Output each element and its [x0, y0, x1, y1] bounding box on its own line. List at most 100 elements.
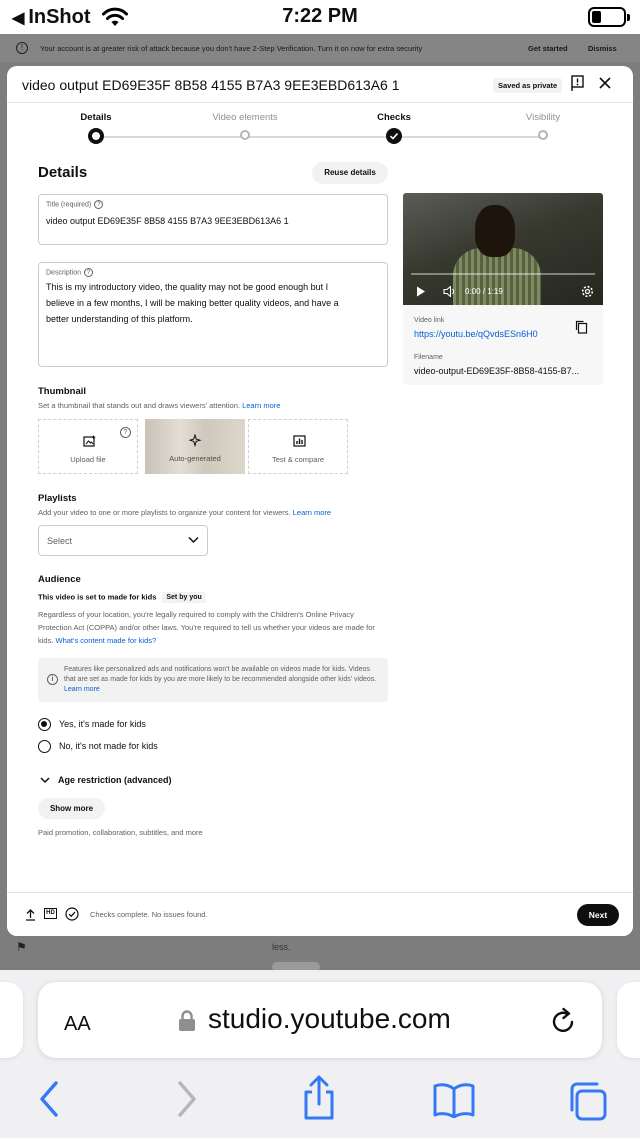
bookmarks-icon[interactable] — [432, 1082, 476, 1118]
checks-status: Checks complete. No issues found. — [90, 910, 208, 919]
step-indicator — [88, 128, 104, 144]
video-player[interactable]: 0:00 / 1:19 — [403, 193, 603, 305]
step-label: Details — [80, 112, 112, 123]
back-arrow-icon[interactable] — [38, 1080, 60, 1118]
tabs-icon[interactable] — [566, 1080, 608, 1122]
step-details[interactable]: Details — [36, 110, 156, 144]
upload-icon[interactable] — [25, 908, 36, 921]
address-bar[interactable]: AA studio.youtube.com — [38, 982, 602, 1058]
chevron-down-icon — [40, 777, 50, 784]
description-field-label: Description? — [46, 268, 94, 277]
description-line: believe in a few months, I will be makin… — [46, 298, 339, 308]
kids-info-text: Features like personalized ads and notif… — [64, 665, 379, 695]
filename-value: video-output-ED69E35F-8B58-4155-B7... — [414, 366, 580, 376]
playlists-subtext: Add your video to one or more playlists … — [38, 508, 331, 517]
description-label-text: Description — [46, 269, 82, 277]
security-banner: ! Your account is at greater risk of att… — [0, 34, 640, 62]
kids-content-link[interactable]: What's content made for kids? — [56, 636, 157, 645]
step-checks[interactable]: Checks — [334, 110, 454, 144]
dismiss-button[interactable]: Dismiss — [588, 44, 617, 53]
upload-stepper: Details Video elements Checks Visibility — [7, 110, 633, 150]
age-restriction-toggle[interactable]: Age restriction (advanced) — [40, 775, 172, 785]
get-started-button[interactable]: Get started — [528, 44, 568, 53]
video-progress-bar[interactable] — [411, 273, 595, 275]
check-circle-icon[interactable] — [65, 907, 79, 921]
filename-label: Filename — [414, 354, 443, 361]
previous-tab-peek[interactable] — [0, 982, 23, 1058]
kids-info-learn-more-link[interactable]: Learn more — [64, 686, 100, 693]
title-field-label: Title (required)? — [46, 200, 104, 209]
reload-icon[interactable] — [550, 1005, 578, 1035]
audience-status-text: This video is set to made for kids — [38, 592, 157, 602]
title-label-text: Title (required) — [46, 201, 92, 209]
next-tab-peek[interactable] — [617, 982, 640, 1058]
status-bar: ◀ InShot 7:22 PM — [0, 0, 640, 34]
description-line: better understanding of this platform. — [46, 314, 193, 324]
thumbnail-option-label: Test & compare — [271, 455, 325, 464]
playlist-select[interactable]: Select — [38, 525, 208, 556]
battery-icon — [588, 7, 630, 27]
description-field[interactable]: Description? This is my introductory vid… — [38, 262, 388, 367]
chevron-down-icon — [188, 536, 199, 544]
thumbnail-description: Set a thumbnail that stands out and draw… — [38, 401, 240, 410]
background-less-text: less. — [272, 942, 291, 952]
clock: 7:22 PM — [282, 5, 358, 27]
step-indicator — [240, 130, 250, 140]
settings-gear-icon[interactable] — [581, 285, 594, 298]
url-text[interactable]: studio.youtube.com — [208, 1003, 451, 1035]
forward-arrow-icon[interactable] — [176, 1080, 198, 1118]
hd-icon[interactable]: HD — [44, 908, 57, 919]
audience-heading: Audience — [38, 574, 81, 585]
saved-status-badge: Saved as private — [493, 78, 563, 93]
kids-info-body: Features like personalized ads and notif… — [64, 666, 377, 683]
help-icon[interactable]: ? — [94, 200, 104, 209]
step-video-elements[interactable]: Video elements — [185, 110, 305, 140]
reuse-details-button[interactable]: Reuse details — [312, 162, 388, 184]
close-icon[interactable] — [597, 74, 613, 92]
kids-info-box: i Features like personalized ads and not… — [38, 658, 388, 702]
title-field[interactable]: Title (required)? video output ED69E35F … — [38, 194, 388, 245]
feedback-flag-icon: ⚑ — [16, 940, 27, 954]
help-icon[interactable]: ? — [120, 427, 131, 438]
lock-icon — [179, 1010, 195, 1031]
thumbnail-option-label: Upload file — [70, 455, 106, 464]
upload-image-icon — [83, 435, 96, 447]
thumbnail-option-label: Auto-generated — [169, 454, 221, 463]
playlists-learn-more-link[interactable]: Learn more — [293, 508, 331, 517]
bar-chart-icon — [293, 435, 306, 447]
radio-label: Yes, it's made for kids — [59, 719, 146, 729]
radio-label: No, it's not made for kids — [59, 741, 158, 751]
show-more-button[interactable]: Show more — [38, 798, 105, 819]
header-divider — [7, 102, 633, 103]
dialog-footer: HD Checks complete. No issues found. Nex… — [7, 892, 633, 936]
video-link[interactable]: https://youtu.be/qQvdsESn6H0 — [414, 329, 538, 339]
title-input[interactable]: video output ED69E35F 8B58 4155 B7A3 9EE… — [46, 213, 376, 229]
radio-button-selected[interactable] — [38, 718, 51, 731]
thumbnail-heading: Thumbnail — [38, 386, 87, 397]
stepper-track — [96, 136, 544, 138]
video-frame-person — [475, 205, 515, 257]
description-line: This is my introductory video, the quali… — [46, 282, 329, 292]
playlists-description: Add your video to one or more playlists … — [38, 508, 291, 517]
reader-settings-button[interactable]: AA — [64, 1006, 91, 1037]
copy-icon[interactable] — [575, 320, 588, 334]
next-button[interactable]: Next — [577, 904, 619, 926]
help-icon[interactable]: ? — [84, 268, 94, 277]
safari-toolbar: AA studio.youtube.com — [0, 970, 640, 1138]
test-compare-thumbnail-option[interactable]: Test & compare — [248, 419, 348, 474]
play-icon[interactable] — [416, 286, 426, 297]
step-visibility[interactable]: Visibility — [483, 110, 603, 140]
section-title: Details — [38, 164, 88, 181]
share-icon[interactable] — [300, 1075, 338, 1121]
description-input[interactable]: This is my introductory video, the quali… — [46, 279, 376, 327]
step-label: Video elements — [212, 112, 278, 123]
feedback-flag-icon[interactable] — [570, 74, 586, 92]
video-time: 0:00 / 1:19 — [465, 287, 503, 296]
set-by-you-badge: Set by you — [162, 592, 206, 603]
aa-label: AA — [64, 1013, 91, 1035]
volume-icon[interactable] — [443, 286, 457, 297]
auto-generated-thumbnail-option[interactable]: Auto-generated — [145, 419, 245, 474]
thumbnail-subtext: Set a thumbnail that stands out and draw… — [38, 401, 280, 410]
radio-button[interactable] — [38, 740, 51, 753]
thumbnail-learn-more-link[interactable]: Learn more — [242, 401, 280, 410]
